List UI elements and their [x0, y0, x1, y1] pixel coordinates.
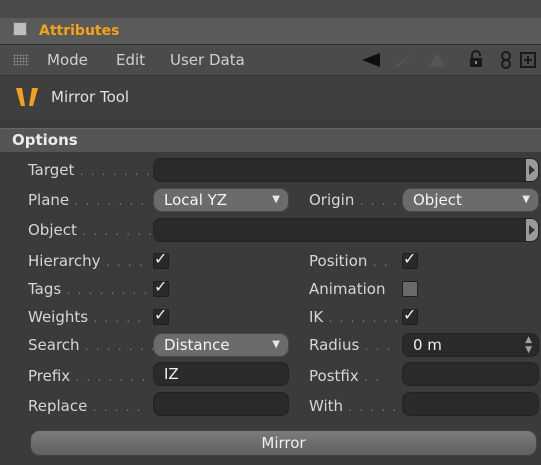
target-link-button[interactable]	[526, 159, 538, 181]
prefix-label: Prefix . . . . . . .	[28, 367, 148, 385]
tags-label: Tags . . . . . . . . .	[28, 280, 161, 298]
target-label: Target . . . . . . .	[28, 161, 152, 179]
menu-mode[interactable]: Mode	[47, 51, 88, 69]
checkmark-icon: ✓	[154, 305, 168, 324]
chevron-down-icon: ▼	[272, 194, 280, 205]
radius-label: Radius . . .	[309, 336, 393, 354]
postfix-input[interactable]	[402, 362, 539, 386]
radius-input[interactable]: 0 m ▲ ▼	[402, 333, 539, 357]
back-arrow-icon[interactable]	[362, 53, 380, 67]
grip-icon[interactable]	[13, 54, 29, 66]
options-title: Options	[12, 131, 78, 149]
tool-name: Mirror Tool	[51, 88, 130, 106]
prefix-input[interactable]: IZ	[153, 362, 289, 386]
postfix-label: Postfix . .	[309, 367, 381, 385]
up-arrow-icon	[428, 53, 446, 67]
search-dropdown[interactable]: Distance ▼	[153, 333, 289, 357]
panel-title: Attributes	[39, 23, 120, 39]
replace-input[interactable]	[153, 392, 289, 416]
menu-user-data[interactable]: User Data	[170, 51, 245, 69]
with-input[interactable]	[402, 392, 539, 416]
options-section-header[interactable]: Options	[0, 128, 541, 153]
object-link-field[interactable]	[153, 218, 539, 242]
replace-label: Replace . . . . .	[28, 397, 143, 415]
animation-checkbox[interactable]	[402, 281, 418, 297]
checkmark-icon: ✓	[403, 249, 417, 268]
tags-checkbox[interactable]: ✓	[153, 277, 169, 297]
checkmark-icon: ✓	[154, 249, 168, 268]
mirror-button[interactable]: Mirror	[30, 430, 537, 456]
stepper-icon[interactable]: ▲ ▼	[525, 335, 532, 355]
menu-edit[interactable]: Edit	[116, 51, 145, 69]
chevron-down-icon: ▼	[272, 339, 280, 350]
origin-dropdown[interactable]: Object ▼	[402, 188, 539, 212]
hierarchy-label: Hierarchy . . . .	[28, 252, 145, 270]
target-link-field[interactable]	[153, 158, 539, 182]
position-checkbox[interactable]: ✓	[402, 249, 418, 269]
weights-checkbox[interactable]: ✓	[153, 305, 169, 325]
object-link-button[interactable]	[526, 219, 538, 241]
search-label: Search . . . . . . .	[28, 336, 157, 354]
panel-collapse-checkbox[interactable]	[13, 22, 27, 36]
menu-bar: Mode Edit User Data	[0, 45, 541, 76]
position-label: Position . .	[309, 252, 390, 270]
plane-dropdown[interactable]: Local YZ ▼	[153, 188, 289, 212]
link-icon[interactable]	[500, 51, 512, 69]
checkmark-icon: ✓	[403, 305, 417, 324]
chevron-down-icon: ▼	[522, 194, 530, 205]
object-label: Object . . . . . . .	[28, 221, 154, 239]
plane-label: Plane . . . . . . . . .	[28, 191, 169, 209]
ik-label: IK . . . . . . . .	[309, 308, 412, 326]
origin-label: Origin . . . .	[309, 191, 399, 209]
mirror-tool-icon	[16, 88, 38, 106]
hierarchy-checkbox[interactable]: ✓	[153, 249, 169, 269]
window-top-strip	[0, 0, 541, 19]
checkmark-icon: ✓	[154, 277, 168, 296]
options-panel: Target . . . . . . . Plane . . . . . . .…	[0, 152, 541, 465]
animation-label: Animation	[309, 280, 386, 298]
weights-label: Weights . . . . .	[28, 308, 144, 326]
lock-icon[interactable]	[469, 50, 483, 68]
attributes-title-bar: Attributes	[0, 18, 541, 45]
new-panel-icon[interactable]	[520, 52, 536, 68]
forward-arrow-icon	[392, 53, 414, 67]
ik-checkbox[interactable]: ✓	[402, 305, 418, 325]
with-label: With . . . . .	[309, 397, 399, 415]
tool-row: Mirror Tool	[0, 76, 541, 120]
